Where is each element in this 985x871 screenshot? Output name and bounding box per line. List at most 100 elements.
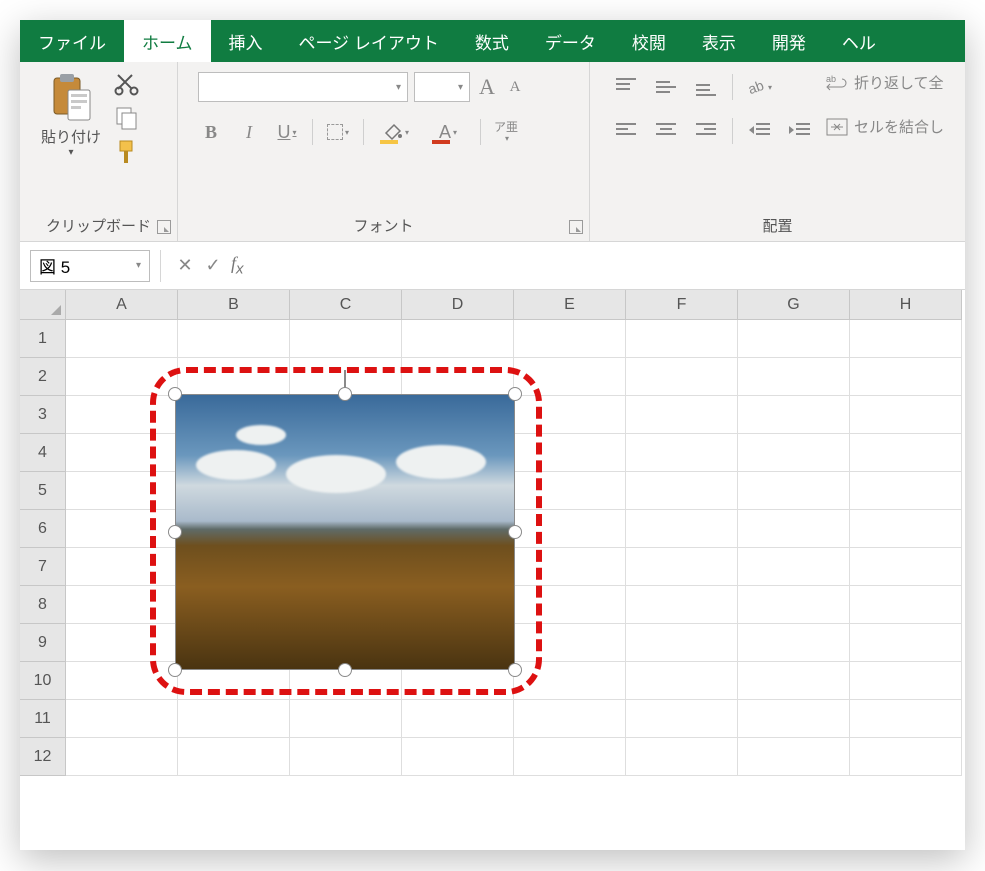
cell[interactable]: [738, 548, 850, 586]
column-header[interactable]: H: [850, 290, 962, 320]
cell[interactable]: [850, 700, 962, 738]
resize-handle-w[interactable]: [168, 525, 182, 539]
cell[interactable]: [738, 396, 850, 434]
cell[interactable]: [626, 510, 738, 548]
cell[interactable]: [402, 320, 514, 358]
cell[interactable]: [514, 738, 626, 776]
align-top-button[interactable]: [612, 74, 640, 100]
cell[interactable]: [178, 358, 290, 396]
fill-color-button[interactable]: ▾: [376, 118, 416, 146]
column-header[interactable]: E: [514, 290, 626, 320]
cell[interactable]: [66, 472, 178, 510]
cell[interactable]: [738, 472, 850, 510]
enter-formula-button[interactable]: ✓: [199, 252, 227, 280]
row-header[interactable]: 3: [20, 396, 66, 434]
cell[interactable]: [738, 358, 850, 396]
row-header[interactable]: 9: [20, 624, 66, 662]
cell[interactable]: [850, 624, 962, 662]
row-header[interactable]: 12: [20, 738, 66, 776]
align-bottom-button[interactable]: [692, 74, 720, 100]
cell[interactable]: [178, 700, 290, 738]
resize-handle-e[interactable]: [508, 525, 522, 539]
clipboard-launcher[interactable]: [157, 220, 171, 234]
cell[interactable]: [66, 586, 178, 624]
underline-button[interactable]: U▾: [274, 118, 300, 146]
font-color-button[interactable]: A▾: [428, 118, 468, 146]
cell[interactable]: [402, 700, 514, 738]
cell[interactable]: [626, 586, 738, 624]
wrap-text-button[interactable]: ab 折り返して全: [826, 72, 944, 93]
formula-input[interactable]: [256, 250, 959, 282]
tab-review[interactable]: 校閲: [614, 20, 684, 62]
cell[interactable]: [738, 510, 850, 548]
cancel-formula-button[interactable]: ✕: [171, 252, 199, 280]
tab-data[interactable]: データ: [527, 20, 614, 62]
column-header[interactable]: B: [178, 290, 290, 320]
resize-handle-se[interactable]: [508, 663, 522, 677]
cell[interactable]: [626, 396, 738, 434]
align-center-button[interactable]: [652, 118, 680, 144]
cell[interactable]: [850, 396, 962, 434]
cell[interactable]: [514, 586, 626, 624]
cell[interactable]: [738, 320, 850, 358]
resize-handle-s[interactable]: [338, 663, 352, 677]
resize-handle-ne[interactable]: [508, 387, 522, 401]
cell[interactable]: [626, 624, 738, 662]
row-header[interactable]: 1: [20, 320, 66, 358]
cell[interactable]: [402, 358, 514, 396]
cell[interactable]: [626, 358, 738, 396]
align-right-button[interactable]: [692, 118, 720, 144]
cell[interactable]: [738, 624, 850, 662]
column-header[interactable]: G: [738, 290, 850, 320]
cell[interactable]: [66, 358, 178, 396]
font-name-select[interactable]: ▾: [198, 72, 408, 102]
column-header[interactable]: F: [626, 290, 738, 320]
cell[interactable]: [626, 548, 738, 586]
cell[interactable]: [66, 510, 178, 548]
cell[interactable]: [850, 434, 962, 472]
cell[interactable]: [626, 700, 738, 738]
tab-layout[interactable]: ページ レイアウト: [281, 20, 457, 62]
format-painter-button[interactable]: [112, 138, 142, 166]
copy-button[interactable]: [112, 104, 142, 132]
tab-dev[interactable]: 開発: [754, 20, 824, 62]
name-box[interactable]: 図 5 ▾: [30, 250, 150, 282]
borders-button[interactable]: ▾: [325, 118, 351, 146]
cell[interactable]: [738, 662, 850, 700]
cell[interactable]: [66, 548, 178, 586]
tab-help[interactable]: ヘル: [824, 20, 894, 62]
cell[interactable]: [626, 662, 738, 700]
decrease-indent-button[interactable]: [745, 118, 773, 144]
tab-insert[interactable]: 挿入: [211, 20, 281, 62]
row-header[interactable]: 2: [20, 358, 66, 396]
cell[interactable]: [514, 358, 626, 396]
orientation-button[interactable]: ab▾: [745, 74, 773, 100]
cell[interactable]: [850, 358, 962, 396]
row-header[interactable]: 10: [20, 662, 66, 700]
row-header[interactable]: 4: [20, 434, 66, 472]
row-header[interactable]: 11: [20, 700, 66, 738]
row-header[interactable]: 5: [20, 472, 66, 510]
cell[interactable]: [850, 510, 962, 548]
row-header[interactable]: 6: [20, 510, 66, 548]
cell[interactable]: [626, 738, 738, 776]
cell[interactable]: [738, 586, 850, 624]
cell[interactable]: [514, 700, 626, 738]
cell[interactable]: [66, 434, 178, 472]
font-size-select[interactable]: ▾: [414, 72, 470, 102]
column-header[interactable]: D: [402, 290, 514, 320]
cell[interactable]: [850, 586, 962, 624]
cell[interactable]: [738, 738, 850, 776]
insert-function-button[interactable]: fx: [231, 253, 244, 278]
cut-button[interactable]: [112, 70, 142, 98]
increase-font-button[interactable]: A: [476, 75, 498, 99]
cell[interactable]: [402, 738, 514, 776]
cell[interactable]: [290, 320, 402, 358]
resize-handle-n[interactable]: [338, 387, 352, 401]
increase-indent-button[interactable]: [785, 118, 813, 144]
cell[interactable]: [514, 624, 626, 662]
resize-handle-nw[interactable]: [168, 387, 182, 401]
cell[interactable]: [514, 548, 626, 586]
chevron-down-icon[interactable]: ▾: [136, 260, 141, 271]
cell[interactable]: [66, 700, 178, 738]
